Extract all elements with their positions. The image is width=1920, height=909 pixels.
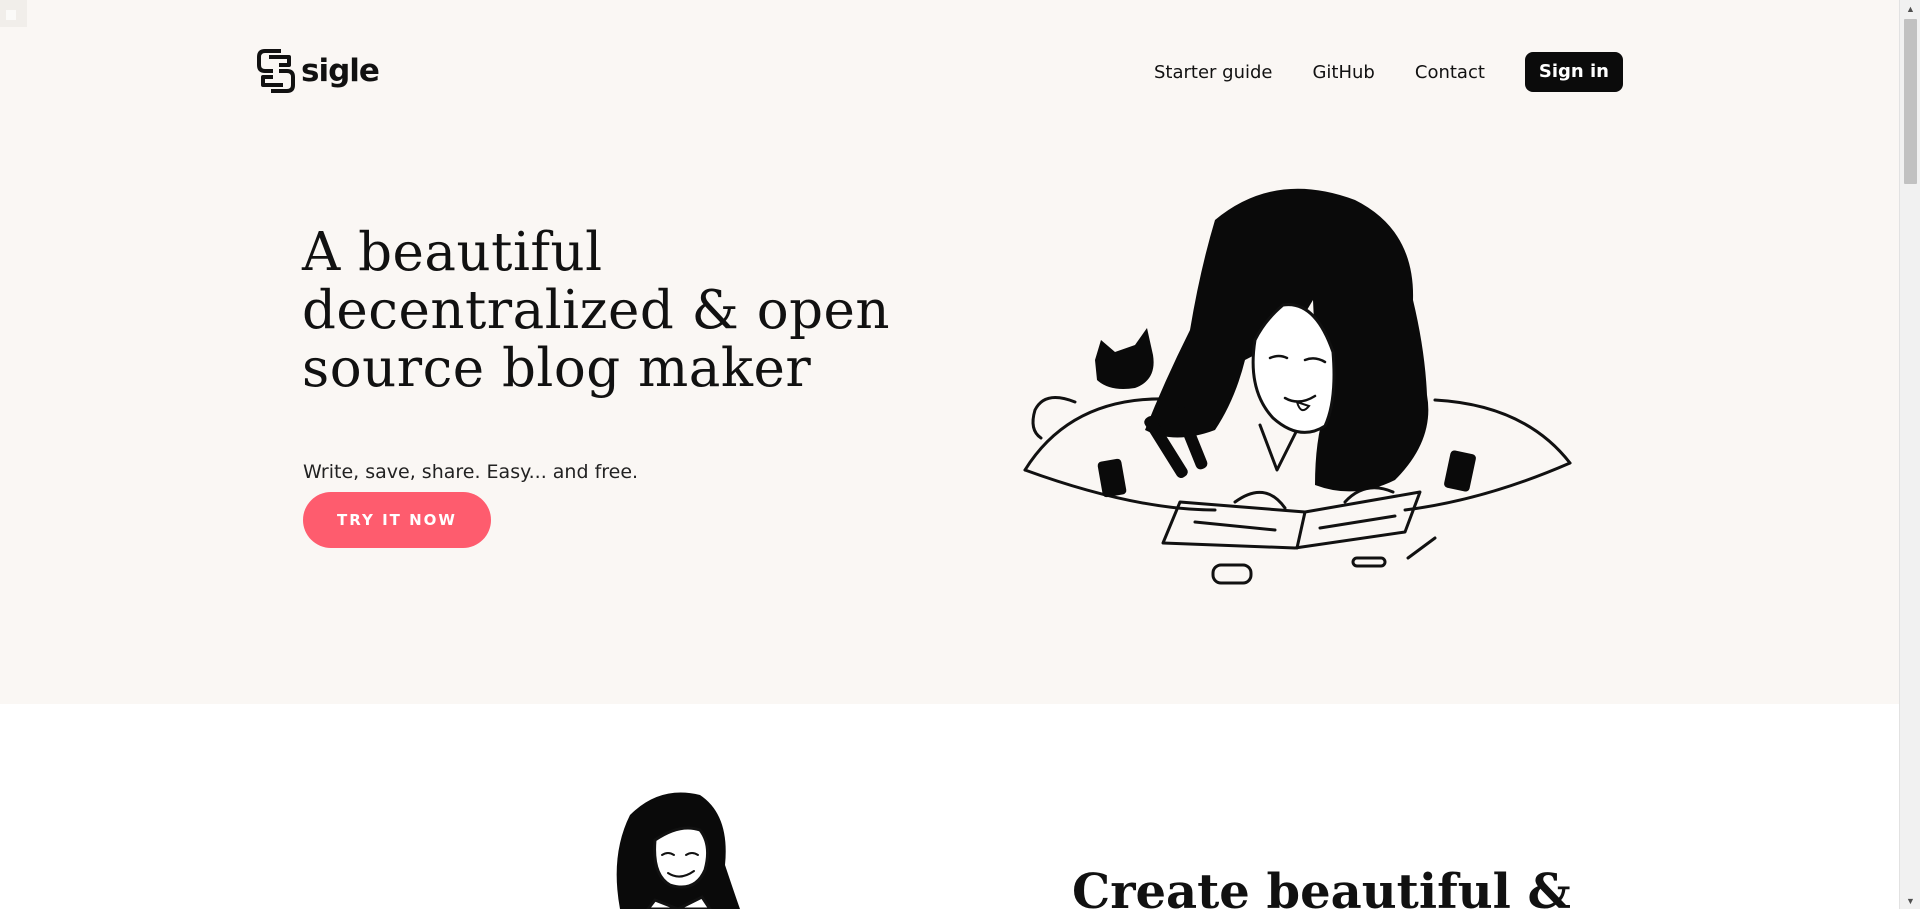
top-nav: Starter guide GitHub Contact Sign in	[1154, 52, 1623, 92]
sign-in-button[interactable]: Sign in	[1524, 52, 1623, 92]
nav-link-contact[interactable]: Contact	[1415, 62, 1485, 83]
corner-placeholder	[0, 0, 27, 27]
scroll-up-arrow-icon[interactable]: ▲	[1900, 0, 1920, 17]
brand-name: sigle	[301, 53, 380, 89]
sigle-logo-icon	[257, 49, 295, 93]
page-scrollbar[interactable]: ▲ ▼	[1899, 0, 1920, 909]
section2-title: Create beautiful &	[1072, 864, 1571, 909]
nav-link-github[interactable]: GitHub	[1312, 62, 1374, 83]
page-viewport: sigle Starter guide GitHub Contact Sign …	[0, 0, 1899, 909]
brand-logo[interactable]: sigle	[255, 47, 380, 95]
try-it-now-button[interactable]: TRY IT NOW	[303, 492, 491, 548]
nav-link-starter-guide[interactable]: Starter guide	[1154, 62, 1273, 83]
girl-writing-with-cat-illustration	[1023, 188, 1572, 585]
scroll-down-arrow-icon[interactable]: ▼	[1900, 892, 1920, 909]
girl-smiling-illustration	[616, 792, 740, 909]
scrollbar-thumb[interactable]	[1904, 19, 1917, 184]
hero-subtitle: Write, save, share. Easy... and free.	[303, 461, 639, 483]
hero-title: A beautiful decentralized & open source …	[302, 222, 891, 399]
hero-section: sigle Starter guide GitHub Contact Sign …	[0, 0, 1899, 704]
